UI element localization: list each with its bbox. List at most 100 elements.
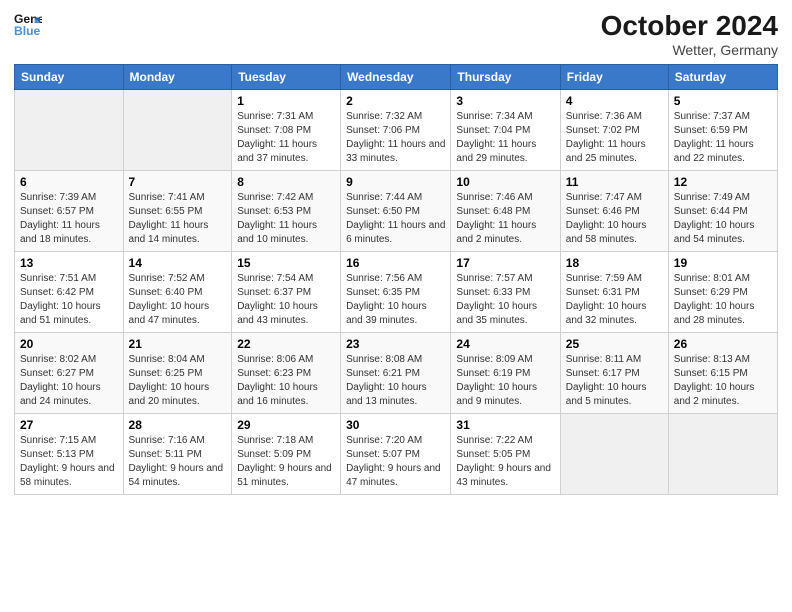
calendar-cell: 9 Sunrise: 7:44 AM Sunset: 6:50 PM Daylig…	[341, 171, 451, 252]
calendar-cell: 15Sunrise: 7:54 AM Sunset: 6:37 PM Dayli…	[232, 252, 341, 333]
calendar-cell	[123, 90, 232, 171]
calendar-cell: 20Sunrise: 8:02 AM Sunset: 6:27 PM Dayli…	[15, 333, 124, 414]
day-info: Sunrise: 7:32 AM Sunset: 7:06 PM Dayligh…	[346, 110, 445, 166]
day-info: Sunrise: 8:04 AM Sunset: 6:25 PM Dayligh…	[129, 353, 227, 409]
calendar-cell: 13Sunrise: 7:51 AM Sunset: 6:42 PM Dayli…	[15, 252, 124, 333]
calendar-cell: 3 Sunrise: 7:34 AM Sunset: 7:04 PM Daylig…	[451, 90, 560, 171]
day-number: 23	[346, 337, 445, 351]
day-number: 12	[674, 175, 772, 189]
day-info: Sunrise: 7:42 AM Sunset: 6:53 PM Dayligh…	[237, 191, 335, 247]
page: General Blue October 2024 Wetter, German…	[0, 0, 792, 612]
day-info: Sunrise: 7:39 AM Sunset: 6:57 PM Dayligh…	[20, 191, 118, 247]
calendar-cell: 26Sunrise: 8:13 AM Sunset: 6:15 PM Dayli…	[668, 333, 777, 414]
week-row-5: 27Sunrise: 7:15 AM Sunset: 5:13 PM Dayli…	[15, 414, 778, 495]
day-number: 1	[237, 94, 335, 108]
col-thursday: Thursday	[451, 65, 560, 90]
calendar-cell: 6 Sunrise: 7:39 AM Sunset: 6:57 PM Daylig…	[15, 171, 124, 252]
day-number: 9	[346, 175, 445, 189]
calendar-table: Sunday Monday Tuesday Wednesday Thursday…	[14, 64, 778, 495]
day-info: Sunrise: 7:47 AM Sunset: 6:46 PM Dayligh…	[566, 191, 663, 247]
day-info: Sunrise: 7:59 AM Sunset: 6:31 PM Dayligh…	[566, 272, 663, 328]
calendar-cell: 29 Sunrise: 7:18 AM Sunset: 5:09 PM Dayli…	[232, 414, 341, 495]
day-number: 4	[566, 94, 663, 108]
day-info: Sunrise: 7:56 AM Sunset: 6:35 PM Dayligh…	[346, 272, 445, 328]
day-info: Sunrise: 7:41 AM Sunset: 6:55 PM Dayligh…	[129, 191, 227, 247]
day-info: Sunrise: 8:08 AM Sunset: 6:21 PM Dayligh…	[346, 353, 445, 409]
day-number: 25	[566, 337, 663, 351]
calendar-cell: 25 Sunrise: 8:11 AM Sunset: 6:17 PM Dayli…	[560, 333, 668, 414]
day-number: 15	[237, 256, 335, 270]
day-number: 14	[129, 256, 227, 270]
header-row: Sunday Monday Tuesday Wednesday Thursday…	[15, 65, 778, 90]
calendar-cell: 30 Sunrise: 7:20 AM Sunset: 5:07 PM Dayli…	[341, 414, 451, 495]
week-row-1: 1 Sunrise: 7:31 AM Sunset: 7:08 PM Daylig…	[15, 90, 778, 171]
day-number: 19	[674, 256, 772, 270]
day-info: Sunrise: 7:18 AM Sunset: 5:09 PM Dayligh…	[237, 434, 335, 490]
day-number: 18	[566, 256, 663, 270]
calendar-cell	[15, 90, 124, 171]
col-monday: Monday	[123, 65, 232, 90]
col-sunday: Sunday	[15, 65, 124, 90]
week-row-2: 6 Sunrise: 7:39 AM Sunset: 6:57 PM Daylig…	[15, 171, 778, 252]
calendar-cell: 1 Sunrise: 7:31 AM Sunset: 7:08 PM Daylig…	[232, 90, 341, 171]
day-number: 30	[346, 418, 445, 432]
day-number: 5	[674, 94, 772, 108]
day-number: 20	[20, 337, 118, 351]
calendar-cell: 18 Sunrise: 7:59 AM Sunset: 6:31 PM Dayli…	[560, 252, 668, 333]
calendar-cell: 12 Sunrise: 7:49 AM Sunset: 6:44 PM Dayli…	[668, 171, 777, 252]
col-friday: Friday	[560, 65, 668, 90]
calendar-cell: 16 Sunrise: 7:56 AM Sunset: 6:35 PM Dayli…	[341, 252, 451, 333]
day-info: Sunrise: 7:46 AM Sunset: 6:48 PM Dayligh…	[456, 191, 554, 247]
calendar-cell: 2 Sunrise: 7:32 AM Sunset: 7:06 PM Daylig…	[341, 90, 451, 171]
calendar-cell	[668, 414, 777, 495]
day-number: 31	[456, 418, 554, 432]
day-info: Sunrise: 8:06 AM Sunset: 6:23 PM Dayligh…	[237, 353, 335, 409]
col-tuesday: Tuesday	[232, 65, 341, 90]
calendar-cell: 7 Sunrise: 7:41 AM Sunset: 6:55 PM Daylig…	[123, 171, 232, 252]
calendar-cell: 27Sunrise: 7:15 AM Sunset: 5:13 PM Dayli…	[15, 414, 124, 495]
day-info: Sunrise: 7:44 AM Sunset: 6:50 PM Dayligh…	[346, 191, 445, 247]
day-info: Sunrise: 7:52 AM Sunset: 6:40 PM Dayligh…	[129, 272, 227, 328]
day-number: 22	[237, 337, 335, 351]
day-number: 24	[456, 337, 554, 351]
title-section: October 2024 Wetter, Germany	[601, 10, 778, 58]
day-number: 17	[456, 256, 554, 270]
location: Wetter, Germany	[601, 42, 778, 58]
day-number: 3	[456, 94, 554, 108]
calendar-cell: 23 Sunrise: 8:08 AM Sunset: 6:21 PM Dayli…	[341, 333, 451, 414]
day-number: 16	[346, 256, 445, 270]
calendar-cell: 8Sunrise: 7:42 AM Sunset: 6:53 PM Daylig…	[232, 171, 341, 252]
day-info: Sunrise: 7:49 AM Sunset: 6:44 PM Dayligh…	[674, 191, 772, 247]
day-number: 29	[237, 418, 335, 432]
calendar-cell: 22 Sunrise: 8:06 AM Sunset: 6:23 PM Dayli…	[232, 333, 341, 414]
day-info: Sunrise: 7:37 AM Sunset: 6:59 PM Dayligh…	[674, 110, 772, 166]
day-info: Sunrise: 7:51 AM Sunset: 6:42 PM Dayligh…	[20, 272, 118, 328]
calendar-cell: 24Sunrise: 8:09 AM Sunset: 6:19 PM Dayli…	[451, 333, 560, 414]
day-number: 28	[129, 418, 227, 432]
calendar-cell: 17Sunrise: 7:57 AM Sunset: 6:33 PM Dayli…	[451, 252, 560, 333]
logo: General Blue	[14, 10, 106, 38]
day-info: Sunrise: 7:20 AM Sunset: 5:07 PM Dayligh…	[346, 434, 445, 490]
day-info: Sunrise: 8:01 AM Sunset: 6:29 PM Dayligh…	[674, 272, 772, 328]
day-number: 21	[129, 337, 227, 351]
col-wednesday: Wednesday	[341, 65, 451, 90]
calendar-cell: 28 Sunrise: 7:16 AM Sunset: 5:11 PM Dayli…	[123, 414, 232, 495]
svg-text:Blue: Blue	[14, 24, 41, 38]
day-info: Sunrise: 8:11 AM Sunset: 6:17 PM Dayligh…	[566, 353, 663, 409]
col-saturday: Saturday	[668, 65, 777, 90]
day-info: Sunrise: 7:16 AM Sunset: 5:11 PM Dayligh…	[129, 434, 227, 490]
day-number: 6	[20, 175, 118, 189]
day-info: Sunrise: 7:34 AM Sunset: 7:04 PM Dayligh…	[456, 110, 554, 166]
calendar-cell: 4Sunrise: 7:36 AM Sunset: 7:02 PM Daylig…	[560, 90, 668, 171]
month-title: October 2024	[601, 10, 778, 42]
day-info: Sunrise: 7:31 AM Sunset: 7:08 PM Dayligh…	[237, 110, 335, 166]
calendar-cell: 14 Sunrise: 7:52 AM Sunset: 6:40 PM Dayli…	[123, 252, 232, 333]
day-number: 2	[346, 94, 445, 108]
day-number: 27	[20, 418, 118, 432]
day-number: 11	[566, 175, 663, 189]
day-number: 26	[674, 337, 772, 351]
week-row-3: 13Sunrise: 7:51 AM Sunset: 6:42 PM Dayli…	[15, 252, 778, 333]
day-number: 7	[129, 175, 227, 189]
calendar-cell: 11 Sunrise: 7:47 AM Sunset: 6:46 PM Dayli…	[560, 171, 668, 252]
calendar-cell: 10Sunrise: 7:46 AM Sunset: 6:48 PM Dayli…	[451, 171, 560, 252]
